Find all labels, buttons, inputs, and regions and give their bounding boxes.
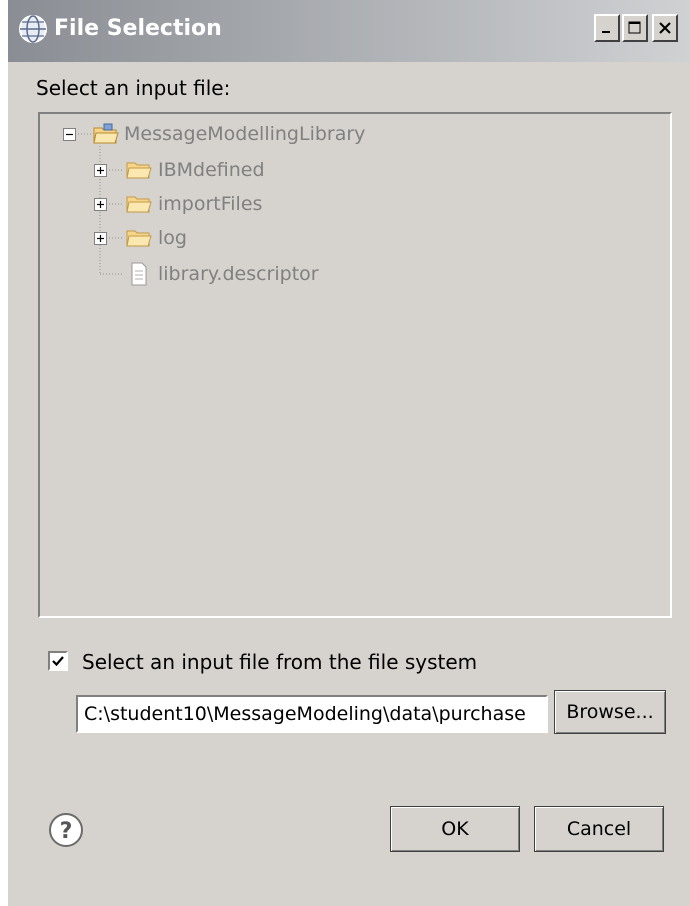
- tree-node-label: IBMdefined: [158, 159, 265, 181]
- folder-icon: [126, 230, 152, 247]
- folder-icon: [126, 196, 152, 213]
- close-icon: [659, 22, 671, 34]
- select-input-file-label: Select an input file:: [36, 76, 231, 100]
- file-icon: [131, 262, 147, 286]
- close-button[interactable]: [652, 14, 678, 42]
- minimize-button[interactable]: [594, 14, 620, 42]
- collapse-icon[interactable]: [63, 128, 76, 141]
- svg-text:?: ?: [60, 819, 73, 844]
- maximize-button[interactable]: [622, 14, 648, 42]
- folder-icon: [126, 162, 152, 179]
- workspace-tree[interactable]: MessageModellingLibrary IBMdefined impor…: [38, 112, 672, 618]
- tree-node-label: log: [158, 227, 187, 249]
- tree-node-importfiles[interactable]: importFiles: [40, 191, 670, 217]
- tree-node-label: library.descriptor: [158, 263, 319, 285]
- tree-node-label: importFiles: [158, 193, 263, 215]
- checkmark-icon: [52, 656, 64, 667]
- file-system-checkbox-label: Select an input file from the file syste…: [82, 650, 478, 674]
- tree-node-label: MessageModellingLibrary: [124, 123, 366, 145]
- tree-node-log[interactable]: log: [40, 225, 670, 251]
- expand-icon[interactable]: [94, 164, 107, 177]
- file-system-checkbox[interactable]: [48, 651, 68, 671]
- project-folder-icon: [93, 123, 119, 144]
- file-selection-dialog: File Selection Select an input file: Mes…: [8, 0, 690, 906]
- expand-icon[interactable]: [94, 198, 107, 211]
- window-title: File Selection: [54, 16, 222, 41]
- title-bar[interactable]: File Selection: [8, 0, 690, 62]
- file-path-input[interactable]: [76, 695, 548, 733]
- tree-node-root[interactable]: MessageModellingLibrary: [40, 121, 670, 147]
- ok-button[interactable]: OK: [390, 806, 520, 852]
- tree-node-library-descriptor[interactable]: library.descriptor: [40, 261, 670, 287]
- maximize-icon: [628, 21, 641, 34]
- help-icon[interactable]: ?: [48, 812, 84, 848]
- cancel-button[interactable]: Cancel: [534, 806, 664, 852]
- minimize-icon: [602, 31, 610, 33]
- tree-node-ibmdefined[interactable]: IBMdefined: [40, 157, 670, 183]
- expand-icon[interactable]: [94, 232, 107, 245]
- globe-icon: [19, 15, 47, 43]
- browse-button[interactable]: Browse...: [554, 690, 666, 734]
